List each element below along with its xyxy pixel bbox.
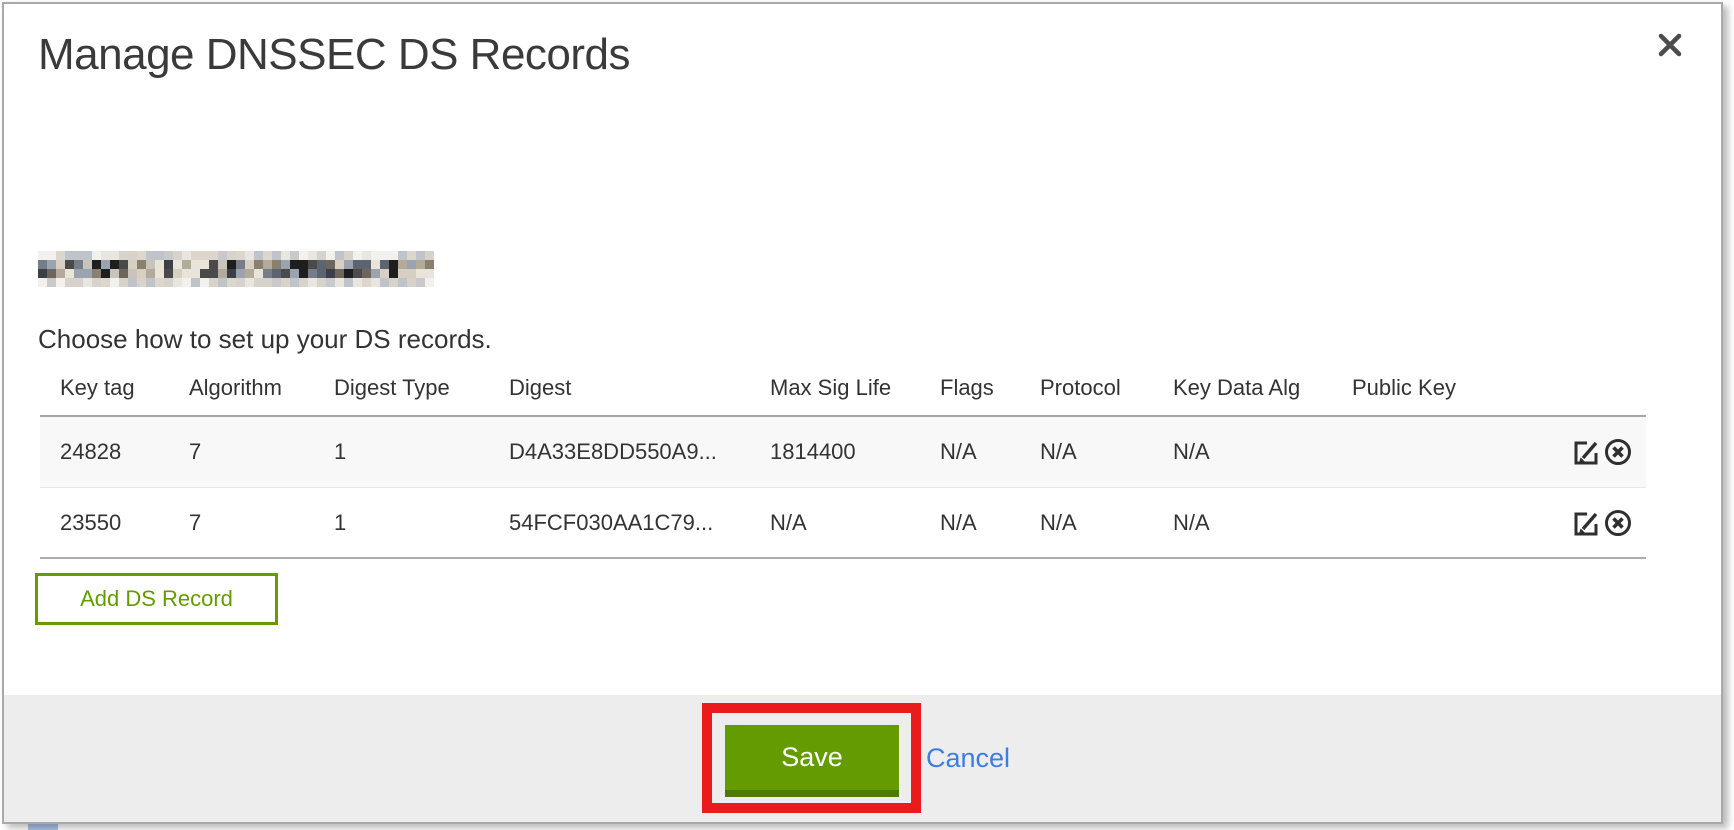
column-header-public-key: Public Key [1352, 375, 1558, 401]
cell-digest-type: 1 [334, 510, 509, 536]
cell-max-sig-life: N/A [770, 510, 940, 536]
table-row: 24828 7 1 D4A33E8DD550A9... 1814400 N/A … [40, 417, 1646, 487]
column-header-key-tag: Key tag [60, 375, 189, 401]
cell-key-data-alg: N/A [1173, 510, 1352, 536]
screen: Manage DNSSEC DS Records Choose how to s… [0, 0, 1734, 830]
delete-icon[interactable] [1603, 508, 1633, 538]
save-button[interactable]: Save [725, 725, 899, 797]
cell-digest: D4A33E8DD550A9... [509, 439, 770, 465]
table-row: 23550 7 1 54FCF030AA1C79... N/A N/A N/A … [40, 487, 1646, 557]
column-header-algorithm: Algorithm [189, 375, 334, 401]
column-header-protocol: Protocol [1040, 375, 1173, 401]
dnssec-dialog: Manage DNSSEC DS Records Choose how to s… [2, 2, 1723, 824]
dialog-title: Manage DNSSEC DS Records [38, 30, 630, 80]
cell-flags: N/A [940, 510, 1040, 536]
edit-icon[interactable] [1571, 437, 1601, 467]
column-header-flags: Flags [940, 375, 1040, 401]
edit-icon[interactable] [1571, 508, 1601, 538]
cell-algorithm: 7 [189, 510, 334, 536]
redacted-domain-name [38, 251, 434, 287]
dialog-footer: Save Cancel [4, 695, 1721, 822]
cell-algorithm: 7 [189, 439, 334, 465]
dialog-subtitle: Choose how to set up your DS records. [38, 324, 492, 355]
column-header-key-data-alg: Key Data Alg [1173, 375, 1352, 401]
column-header-max-sig-life: Max Sig Life [770, 375, 940, 401]
column-header-digest: Digest [509, 375, 770, 401]
table-body: 24828 7 1 D4A33E8DD550A9... 1814400 N/A … [40, 417, 1646, 559]
cell-digest: 54FCF030AA1C79... [509, 510, 770, 536]
table-header-row: Key tag Algorithm Digest Type Digest Max… [40, 360, 1646, 417]
cell-protocol: N/A [1040, 439, 1173, 465]
cell-key-tag: 24828 [60, 439, 189, 465]
column-header-digest-type: Digest Type [334, 375, 509, 401]
cell-flags: N/A [940, 439, 1040, 465]
cell-protocol: N/A [1040, 510, 1173, 536]
cancel-link[interactable]: Cancel [926, 743, 1010, 774]
cell-digest-type: 1 [334, 439, 509, 465]
add-ds-record-button[interactable]: Add DS Record [35, 573, 278, 625]
cell-max-sig-life: 1814400 [770, 439, 940, 465]
cell-key-tag: 23550 [60, 510, 189, 536]
cell-key-data-alg: N/A [1173, 439, 1352, 465]
cell-actions [1558, 437, 1646, 467]
ds-records-table: Key tag Algorithm Digest Type Digest Max… [40, 360, 1646, 559]
close-icon[interactable] [1653, 28, 1687, 62]
cell-actions [1558, 508, 1646, 538]
delete-icon[interactable] [1603, 437, 1633, 467]
